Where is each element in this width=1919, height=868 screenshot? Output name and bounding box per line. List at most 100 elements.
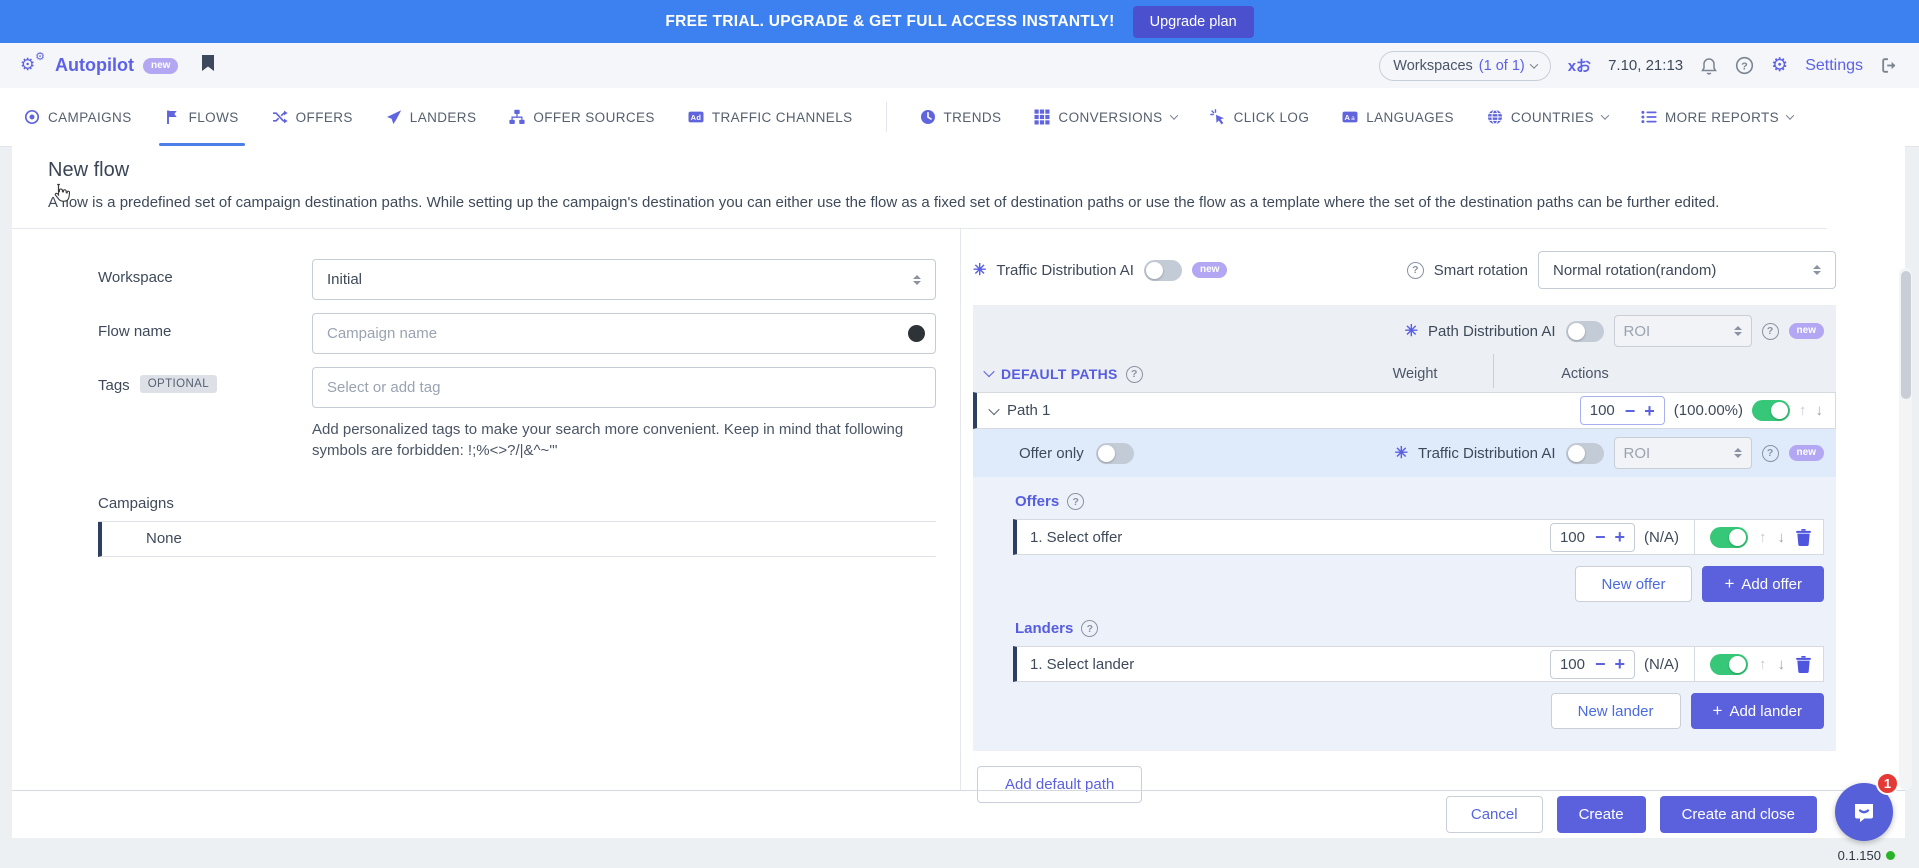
plus-button[interactable]: + — [1614, 655, 1625, 673]
offers-help-icon[interactable]: ? — [1067, 493, 1084, 510]
path-distribution-ai-label: Path Distribution AI — [1428, 323, 1556, 340]
select-caret-icon — [1734, 448, 1742, 458]
logout-icon[interactable] — [1880, 56, 1899, 75]
optional-badge: OPTIONAL — [140, 375, 217, 393]
smart-rotation-help-icon[interactable]: ? — [1407, 262, 1424, 279]
nav-item-label: TRENDS — [944, 110, 1002, 125]
nav-item-more-reports[interactable]: MORE REPORTS — [1641, 88, 1793, 146]
smart-rotation-select[interactable]: Normal rotation(random) — [1538, 251, 1836, 289]
gear-icon[interactable]: ⚙ — [1771, 56, 1788, 75]
weight-column-header: Weight — [1337, 366, 1493, 382]
minus-button[interactable]: − — [1625, 402, 1636, 420]
chevron-down-icon[interactable] — [988, 404, 999, 415]
brand-name[interactable]: Autopilot — [55, 55, 134, 76]
move-down-icon[interactable]: ↓ — [1778, 657, 1786, 672]
add-lander-button[interactable]: Add lander — [1691, 693, 1825, 729]
paper-plane-icon — [386, 109, 402, 125]
delete-lander-icon[interactable] — [1796, 656, 1811, 673]
nav-item-campaigns[interactable]: CAMPAIGNS — [24, 88, 132, 146]
lander-weight-input[interactable]: 100 — [1560, 656, 1586, 673]
default-paths-header[interactable]: DEFAULT PATHS ? — [985, 366, 1143, 383]
minus-button[interactable]: − — [1595, 528, 1606, 546]
delete-offer-icon[interactable] — [1796, 529, 1811, 546]
add-offer-button[interactable]: Add offer — [1702, 566, 1824, 602]
ai-icon: ✳ — [1405, 321, 1418, 341]
nav-item-trends[interactable]: TRENDS — [920, 88, 1002, 146]
path-traffic-ai-toggle[interactable] — [1566, 443, 1604, 464]
landers-help-icon[interactable]: ? — [1081, 620, 1098, 637]
path-traffic-roi-select[interactable]: ROI — [1614, 437, 1752, 469]
landers-section-title: Landers — [1015, 620, 1073, 637]
campaigns-icon — [24, 109, 40, 125]
move-up-icon[interactable]: ↑ — [1799, 403, 1807, 418]
offer-select-label[interactable]: 1. Select offer — [1030, 529, 1122, 546]
offer-weight-control: 100 − + — [1550, 523, 1635, 552]
nav-item-landers[interactable]: LANDERS — [386, 88, 477, 146]
traffic-ai-help-icon[interactable]: ? — [1762, 445, 1779, 462]
nav-item-offer-sources[interactable]: OFFER SOURCES — [509, 88, 654, 146]
minus-button[interactable]: − — [1595, 655, 1606, 673]
nav-item-traffic-channels[interactable]: AdTRAFFIC CHANNELS — [688, 88, 853, 146]
translate-icon[interactable] — [1568, 55, 1591, 76]
lander-row: 1. Select lander 100 − + (N/A) ↑ ↓ — [1013, 646, 1824, 682]
flow-name-input[interactable]: Campaign name — [312, 313, 936, 354]
default-paths-label: DEFAULT PATHS — [1001, 366, 1118, 382]
ai-icon: ✳ — [973, 260, 986, 280]
nav-item-conversions[interactable]: CONVERSIONS — [1034, 88, 1176, 146]
cancel-button[interactable]: Cancel — [1446, 796, 1543, 833]
nav-item-countries[interactable]: COUNTRIES — [1487, 88, 1608, 146]
roi-value: ROI — [1624, 445, 1651, 462]
plus-button[interactable]: + — [1644, 402, 1655, 420]
chat-unread-badge: 1 — [1876, 772, 1899, 795]
nav-item-click-log[interactable]: CLICK LOG — [1210, 88, 1310, 146]
default-paths-help-icon[interactable]: ? — [1126, 366, 1143, 383]
create-and-close-button[interactable]: Create and close — [1660, 796, 1817, 833]
bookmark-icon[interactable] — [201, 54, 215, 77]
nav-item-flows[interactable]: FLOWS — [165, 88, 239, 146]
new-badge: new — [1789, 445, 1824, 461]
path-distribution-ai-toggle[interactable] — [1566, 321, 1604, 342]
new-lander-button[interactable]: New lander — [1551, 693, 1681, 729]
tags-label: Tags — [98, 377, 130, 394]
campaigns-list: None — [98, 521, 936, 557]
path-enabled-toggle[interactable] — [1752, 400, 1790, 421]
chevron-down-icon — [1786, 111, 1794, 119]
upgrade-plan-button[interactable]: Upgrade plan — [1133, 6, 1254, 38]
nav-item-offers[interactable]: OFFERS — [272, 88, 353, 146]
header-right: Workspaces (1 of 1) 7.10, 21:13 ? ⚙ Sett… — [1379, 51, 1899, 81]
move-down-icon[interactable]: ↓ — [1816, 403, 1824, 418]
offer-enabled-toggle[interactable] — [1710, 527, 1748, 548]
chevron-down-icon — [1169, 111, 1177, 119]
offer-only-toggle[interactable] — [1096, 443, 1134, 464]
workspace-select[interactable]: Initial — [312, 259, 936, 300]
nav-item-languages[interactable]: AaLANGUAGES — [1342, 88, 1454, 146]
nav: CAMPAIGNS FLOWS OFFERS LANDERS OFFER SOURCES… — [0, 88, 1919, 147]
move-up-icon[interactable]: ↑ — [1759, 657, 1767, 672]
scrollbar-thumb[interactable] — [1901, 271, 1911, 399]
plus-button[interactable]: + — [1614, 528, 1625, 546]
chevron-down-icon — [983, 366, 994, 377]
lander-enabled-toggle[interactable] — [1710, 654, 1748, 675]
lander-select-label[interactable]: 1. Select lander — [1030, 656, 1134, 673]
path-roi-select[interactable]: ROI — [1614, 315, 1752, 347]
nav-item-label: CLICK LOG — [1234, 110, 1310, 125]
move-up-icon[interactable]: ↑ — [1759, 530, 1767, 545]
workspace-select-value: Initial — [327, 271, 362, 288]
new-offer-button[interactable]: New offer — [1575, 566, 1693, 602]
offer-weight-input[interactable]: 100 — [1560, 529, 1586, 546]
move-down-icon[interactable]: ↓ — [1778, 530, 1786, 545]
nav-item-label: LANGUAGES — [1366, 110, 1454, 125]
bell-icon[interactable] — [1700, 57, 1718, 75]
actions-column-header: Actions — [1515, 366, 1655, 382]
help-icon[interactable]: ? — [1735, 56, 1754, 75]
workspaces-count: (1 of 1) — [1479, 58, 1525, 74]
tags-input[interactable]: Select or add tag — [312, 367, 936, 408]
path-ai-help-icon[interactable]: ? — [1762, 323, 1779, 340]
path-weight-input[interactable]: 100 — [1590, 402, 1616, 419]
traffic-distribution-ai-toggle[interactable] — [1144, 260, 1182, 281]
workspaces-dropdown[interactable]: Workspaces (1 of 1) — [1379, 51, 1550, 81]
settings-link[interactable]: Settings — [1805, 57, 1863, 75]
create-button[interactable]: Create — [1557, 796, 1646, 833]
nav-item-label: OFFER SOURCES — [533, 110, 654, 125]
flow-name-placeholder: Campaign name — [327, 325, 437, 342]
